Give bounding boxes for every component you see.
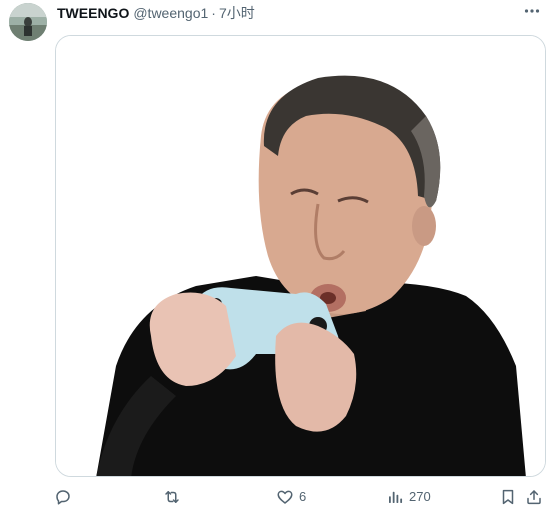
tweet-header: TWEENGO @tweengo1 · 7小时 [57,4,255,22]
views-button[interactable]: 270 [386,484,431,509]
tweet-timestamp[interactable]: 7小时 [219,4,255,22]
tweet-media-photo[interactable] [55,35,546,477]
bookmark-icon [499,488,517,506]
tweet-actions-bar: 6 270 [0,484,550,509]
like-button[interactable]: 6 [276,484,306,509]
views-count: 270 [409,489,431,504]
more-horizontal-icon[interactable] [519,0,545,22]
reply-button[interactable] [54,484,77,509]
retweet-icon [163,488,181,506]
author-name[interactable]: TWEENGO [57,4,129,22]
user-avatar-icon[interactable] [9,3,47,41]
reply-icon [54,488,72,506]
bookmark-button[interactable] [499,484,517,509]
like-count: 6 [299,489,307,504]
share-icon [525,488,543,506]
share-button[interactable] [525,484,543,509]
views-chart-icon [386,488,404,506]
separator-dot: · [211,5,216,21]
heart-icon [276,488,294,506]
author-handle[interactable]: @tweengo1 [133,4,208,22]
retweet-button[interactable] [163,484,186,509]
tweet-card[interactable]: TWEENGO @tweengo1 · 7小时 6 270 [0,0,550,509]
